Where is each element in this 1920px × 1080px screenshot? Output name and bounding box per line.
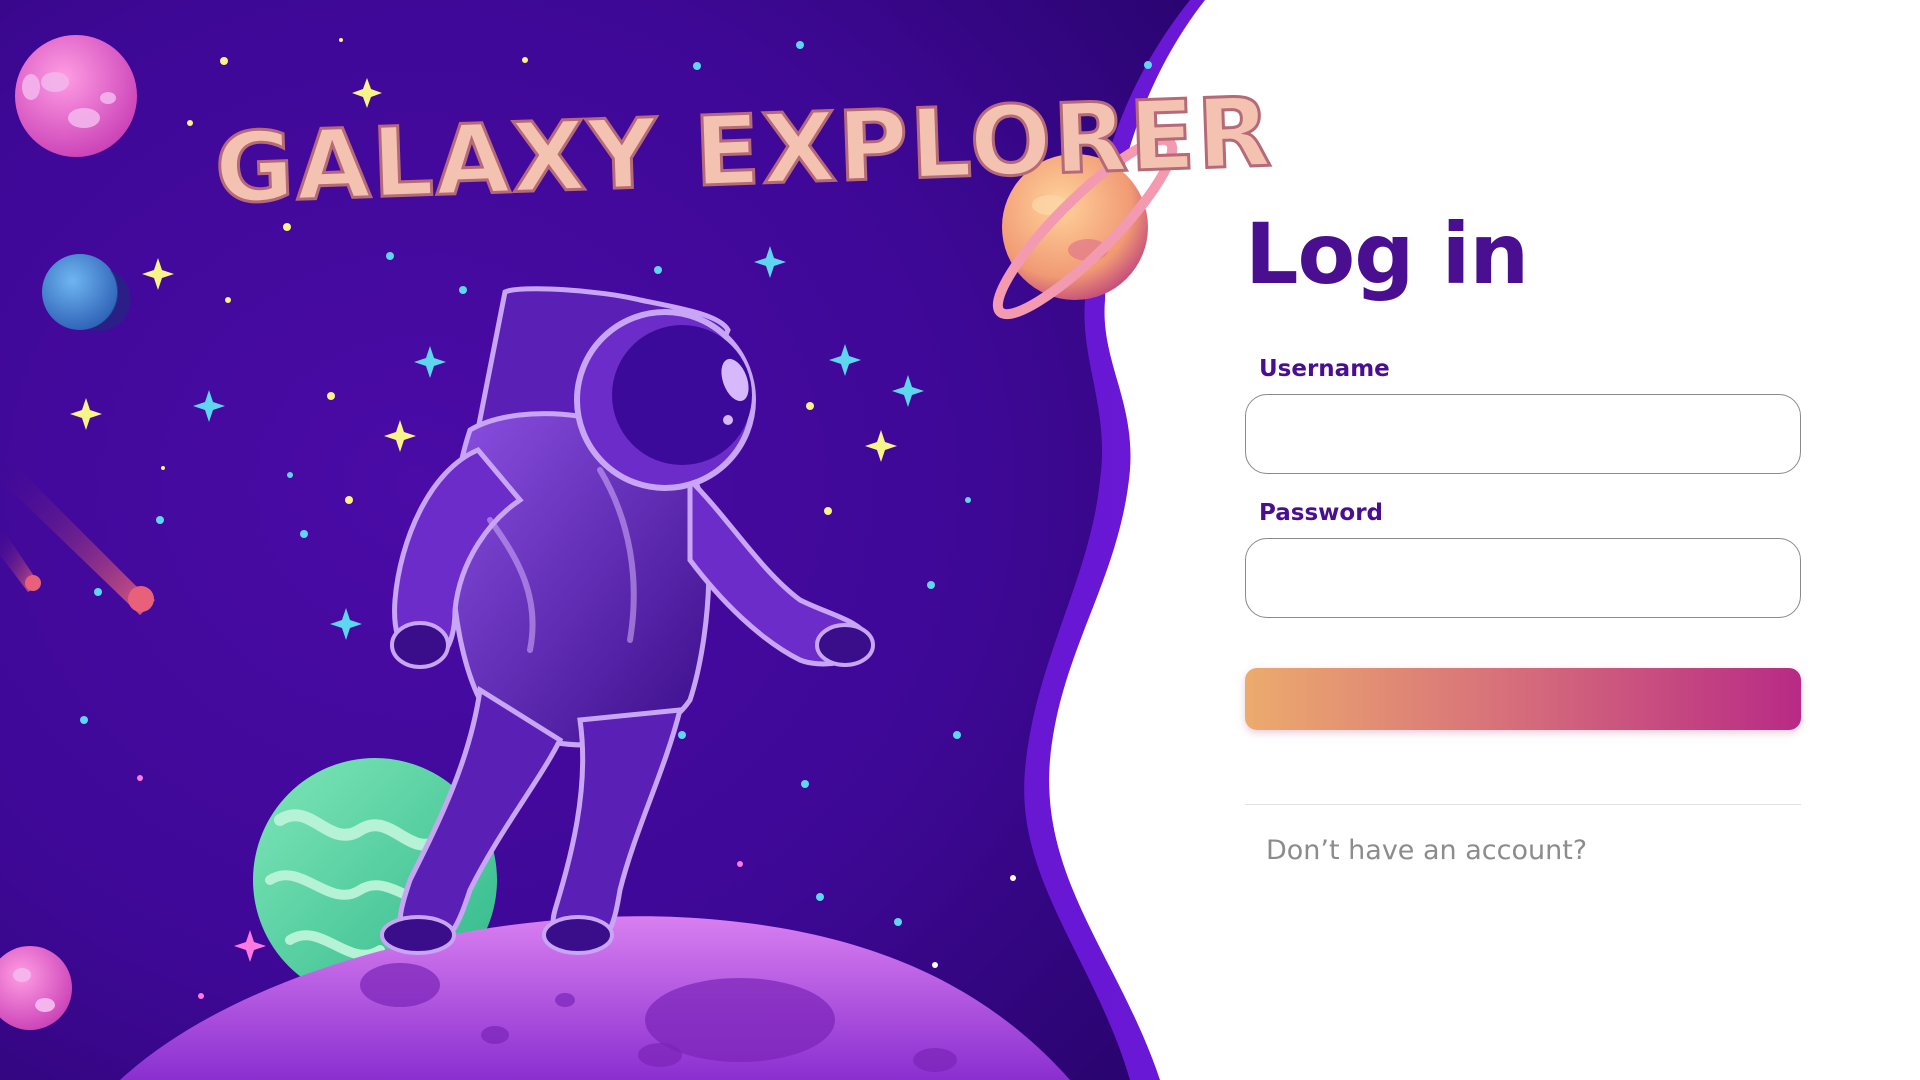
password-input[interactable] bbox=[1245, 538, 1801, 618]
planet-icon bbox=[15, 35, 137, 157]
page-title: Log in bbox=[1245, 205, 1529, 303]
login-panel: Log in Username Password Don’t have an a… bbox=[1245, 200, 1803, 866]
password-label: Password bbox=[1259, 500, 1383, 526]
login-page: GALAXY EXPLORER Log in Username Password… bbox=[0, 0, 1920, 1080]
signup-link[interactable]: Don’t have an account? bbox=[1266, 835, 1587, 866]
username-label: Username bbox=[1259, 356, 1390, 382]
username-input[interactable] bbox=[1245, 394, 1801, 474]
login-button[interactable] bbox=[1245, 668, 1801, 730]
divider bbox=[1245, 804, 1801, 805]
